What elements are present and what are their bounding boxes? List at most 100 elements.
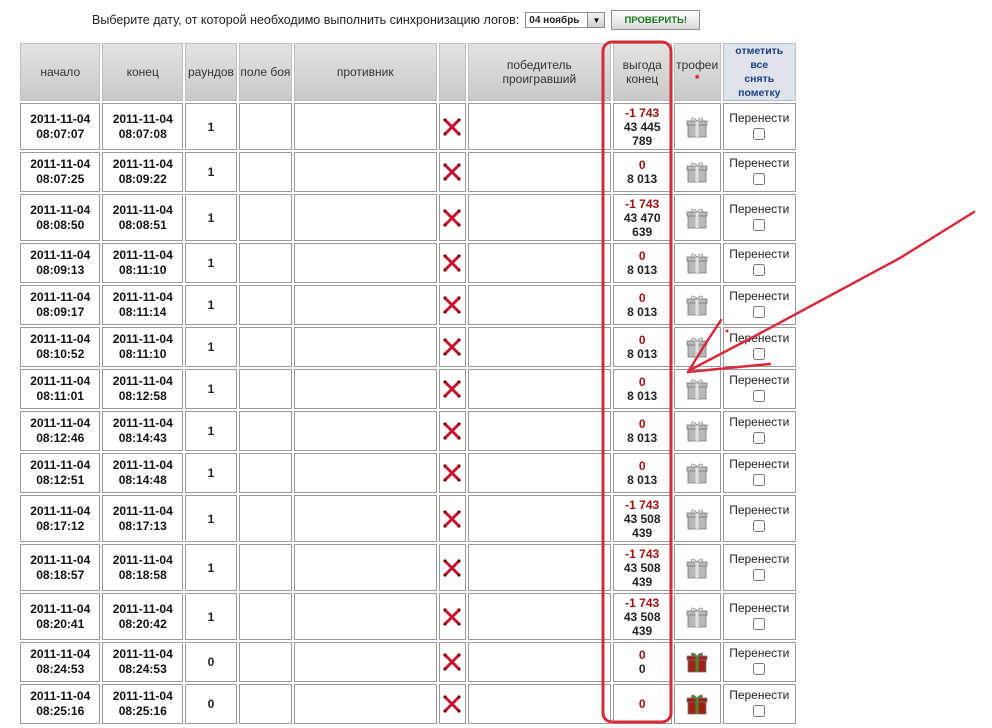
winner-cell <box>468 103 611 150</box>
profit-value: 0 <box>638 291 646 305</box>
start-date: 2011-11-04 <box>30 157 91 171</box>
date-select-value: 04 ноябрь <box>529 14 580 26</box>
profit-value: -1 743 <box>625 546 660 561</box>
chevron-down-icon[interactable]: ▼ <box>587 13 605 27</box>
start-cell: 2011-11-04 08:08:50 <box>20 194 101 241</box>
mark-all-link-2[interactable]: все <box>724 58 795 72</box>
status-cell <box>438 243 467 283</box>
winner-cell <box>468 684 611 724</box>
mark-all-link[interactable]: отметить <box>724 44 795 58</box>
opponent-cell <box>293 593 437 640</box>
rounds-cell: 0 <box>184 684 237 724</box>
defeat-x-icon <box>443 296 461 314</box>
col-trophies: трофеи * <box>673 43 721 101</box>
move-checkbox[interactable] <box>753 519 766 532</box>
gift-grey-icon[interactable] <box>685 115 709 139</box>
gift-grey-icon[interactable] <box>685 461 709 485</box>
move-checkbox[interactable] <box>753 306 766 318</box>
end-time: 08:14:43 <box>118 431 167 445</box>
start-time: 08:12:46 <box>36 431 85 445</box>
move-checkbox[interactable] <box>753 348 766 360</box>
end-value: 43 508 <box>623 609 661 624</box>
opponent-cell <box>293 152 437 192</box>
end-time: 08:11:10 <box>119 347 167 361</box>
profit-value: -1 743 <box>625 105 660 120</box>
move-label: Перенести <box>729 331 790 345</box>
field-cell <box>238 327 292 367</box>
gift-grey-icon[interactable] <box>685 251 709 275</box>
start-date: 2011-11-04 <box>30 202 91 217</box>
winner-cell <box>468 642 611 682</box>
status-cell <box>438 642 467 682</box>
table-header: начало конец раундов поле боя противник … <box>20 43 796 101</box>
table-row: 2011-11-04 08:24:53 2011-11-04 08:24:53 0 … <box>20 642 796 682</box>
start-date: 2011-11-04 <box>30 248 91 262</box>
field-cell <box>238 103 292 150</box>
gift-grey-icon[interactable] <box>685 335 709 359</box>
status-cell <box>438 194 467 241</box>
gift-grey-icon[interactable] <box>685 507 709 531</box>
gift-red-icon[interactable] <box>685 692 709 716</box>
move-checkbox[interactable] <box>753 568 766 581</box>
rounds-cell: 1 <box>184 103 237 150</box>
end-date: 2011-11-04 <box>112 503 173 518</box>
gift-red-icon[interactable] <box>685 650 709 674</box>
end-time: 08:24:53 <box>118 662 167 676</box>
gift-grey-icon[interactable] <box>685 377 709 401</box>
profit-value: 0 <box>638 333 646 347</box>
move-checkbox[interactable] <box>753 127 766 140</box>
date-select[interactable]: 04 ноябрь ▼ <box>525 12 606 28</box>
opponent-cell <box>293 495 437 542</box>
move-label: Перенести <box>729 502 790 517</box>
move-label: Перенести <box>729 600 790 615</box>
trophy-cell <box>673 152 721 192</box>
start-cell: 2011-11-04 08:20:41 <box>20 593 101 640</box>
unmark-all-link-2[interactable]: пометку <box>724 86 795 100</box>
move-cell: Перенести <box>722 411 796 451</box>
move-label: Перенести <box>729 373 790 387</box>
defeat-x-icon <box>443 607 461 626</box>
start-cell: 2011-11-04 08:25:16 <box>20 684 101 724</box>
opponent-cell <box>293 411 437 451</box>
end-cell: 2011-11-04 08:20:42 <box>102 593 183 640</box>
move-checkbox[interactable] <box>753 390 766 402</box>
end-value: 8 013 <box>627 431 658 445</box>
move-checkbox[interactable] <box>753 474 766 486</box>
start-date: 2011-11-04 <box>30 374 91 388</box>
profit-cell: -1 743 43 508 439 <box>612 544 672 591</box>
unmark-all-link[interactable]: снять <box>724 72 795 86</box>
move-cell: Перенести <box>722 243 796 283</box>
check-button[interactable]: ПРОВЕРИТЬ! <box>611 10 701 30</box>
gift-grey-icon[interactable] <box>685 419 709 443</box>
move-checkbox[interactable] <box>753 218 766 231</box>
start-date: 2011-11-04 <box>30 647 91 661</box>
start-time: 08:08:50 <box>36 217 85 232</box>
gift-grey-icon[interactable] <box>685 556 709 580</box>
end-date: 2011-11-04 <box>112 552 173 567</box>
move-label: Перенести <box>729 156 790 170</box>
end-date: 2011-11-04 <box>112 689 173 703</box>
gift-grey-icon[interactable] <box>685 605 709 629</box>
field-cell <box>238 684 292 724</box>
defeat-x-icon <box>443 338 461 356</box>
trophy-cell <box>673 453 721 493</box>
gift-grey-icon[interactable] <box>685 160 709 184</box>
start-time: 08:07:07 <box>36 126 85 141</box>
status-cell <box>438 103 467 150</box>
move-checkbox[interactable] <box>753 663 766 675</box>
end-value: 43 470 <box>623 210 661 225</box>
gift-grey-icon[interactable] <box>685 206 709 230</box>
end-cell: 2011-11-04 08:14:43 <box>102 411 183 451</box>
move-cell: Перенести <box>722 544 796 591</box>
move-checkbox[interactable] <box>753 617 766 630</box>
field-cell <box>238 495 292 542</box>
move-label: Перенести <box>729 289 790 303</box>
trophy-cell <box>673 593 721 640</box>
gift-grey-icon[interactable] <box>685 293 709 317</box>
move-checkbox[interactable] <box>753 432 766 444</box>
move-checkbox[interactable] <box>753 264 766 276</box>
move-checkbox[interactable] <box>753 705 766 717</box>
move-checkbox[interactable] <box>753 173 766 185</box>
profit-value: 0 <box>638 417 646 431</box>
end-time: 08:08:51 <box>118 217 167 232</box>
